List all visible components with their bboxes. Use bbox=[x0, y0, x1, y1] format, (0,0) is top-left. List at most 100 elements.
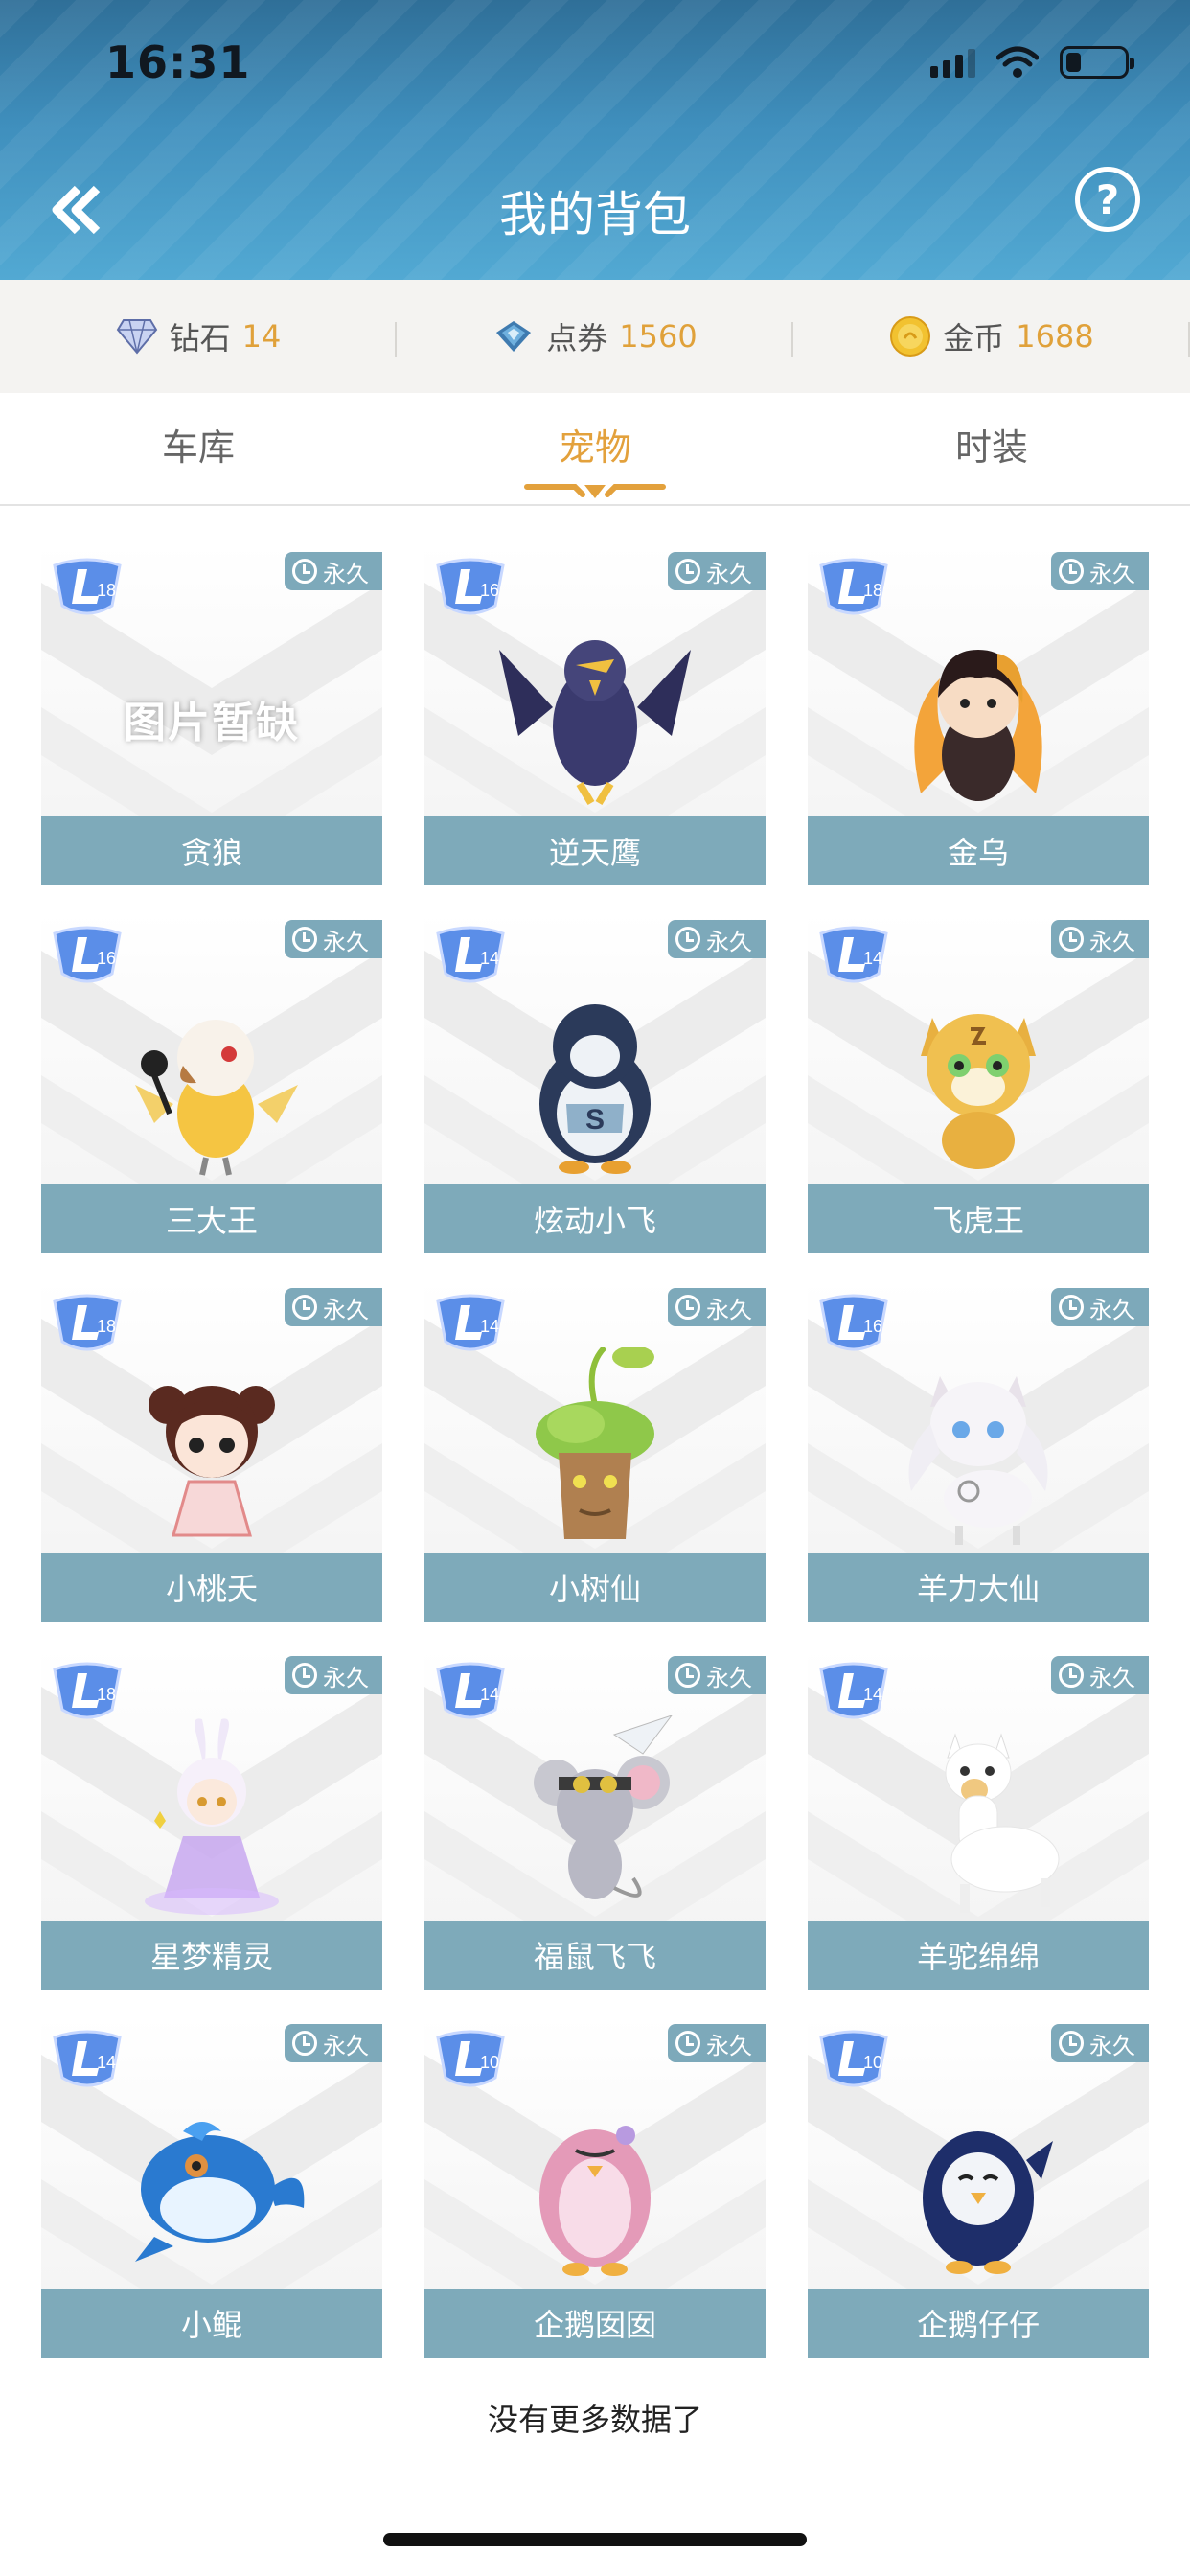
pet-card[interactable]: 10 永久企鹅囡囡 bbox=[424, 2016, 766, 2358]
level-number: 14 bbox=[97, 2053, 116, 2072]
pet-name: 企鹅囡囡 bbox=[424, 2288, 766, 2358]
duration-label: 永久 bbox=[323, 560, 369, 587]
duration-label: 永久 bbox=[1089, 1664, 1135, 1691]
tab-pets[interactable]: 宠物 bbox=[397, 393, 793, 504]
level-badge-icon: 14 bbox=[819, 926, 888, 983]
wifi-icon bbox=[996, 46, 1039, 78]
duration-label: 永久 bbox=[706, 560, 752, 587]
pet-card[interactable]: 10 永久企鹅仔仔 bbox=[808, 2016, 1149, 2358]
pet-name: 羊力大仙 bbox=[808, 1552, 1149, 1622]
duration-label: 永久 bbox=[323, 1664, 369, 1691]
duration-label: 永久 bbox=[706, 1296, 752, 1323]
level-badge-icon: 16 bbox=[819, 1294, 888, 1351]
duration-tag: 永久 bbox=[668, 1656, 766, 1694]
pet-name: 小鲲 bbox=[41, 2288, 382, 2358]
level-number: 10 bbox=[480, 2053, 499, 2072]
clock-icon bbox=[1059, 559, 1084, 584]
pet-card[interactable]: 16 永久 三大王 bbox=[41, 912, 382, 1254]
pet-card[interactable]: 14 永久 福鼠飞飞 bbox=[424, 1648, 766, 1990]
pet-card[interactable]: 18 永久 星梦精灵 bbox=[41, 1648, 382, 1990]
pet-name: 羊驼绵绵 bbox=[808, 1920, 1149, 1990]
level-number: 18 bbox=[97, 1317, 116, 1336]
clock-icon bbox=[292, 559, 317, 584]
pet-image: S bbox=[539, 1004, 651, 1174]
clock-icon bbox=[1059, 927, 1084, 952]
currency-diamond: 钻石 14 bbox=[0, 314, 397, 358]
level-number: 18 bbox=[97, 1685, 116, 1704]
pet-name: 炫动小飞 bbox=[424, 1184, 766, 1254]
pet-card[interactable]: 14 永久 飞虎王 bbox=[808, 912, 1149, 1254]
pet-card[interactable]: 18 永久 金乌 bbox=[808, 544, 1149, 886]
pet-card[interactable]: 16 永久 逆天鹰 bbox=[424, 544, 766, 886]
currency-value: 14 bbox=[241, 318, 282, 355]
pet-name: 小桃夭 bbox=[41, 1552, 382, 1622]
duration-label: 永久 bbox=[1089, 2032, 1135, 2059]
battery-icon bbox=[1060, 46, 1134, 79]
clock-icon bbox=[675, 927, 700, 952]
clock-icon bbox=[1059, 1663, 1084, 1688]
duration-tag: 永久 bbox=[285, 1288, 382, 1326]
clock-icon bbox=[292, 2031, 317, 2056]
pet-card[interactable]: 14 永久 小鲲 bbox=[41, 2016, 382, 2358]
duration-tag: 永久 bbox=[1051, 1656, 1149, 1694]
level-badge-icon: 18 bbox=[53, 558, 122, 615]
clock-icon bbox=[675, 1663, 700, 1688]
duration-tag: 永久 bbox=[1051, 2024, 1149, 2062]
tab-fashion[interactable]: 时装 bbox=[793, 393, 1190, 504]
duration-label: 永久 bbox=[323, 1296, 369, 1323]
clock-icon bbox=[1059, 2031, 1084, 2056]
pet-name: 三大王 bbox=[41, 1184, 382, 1254]
duration-label: 永久 bbox=[706, 928, 752, 955]
duration-tag: 永久 bbox=[1051, 1288, 1149, 1326]
duration-label: 永久 bbox=[706, 2032, 752, 2059]
coupon-icon bbox=[492, 315, 535, 357]
duration-tag: 永久 bbox=[668, 920, 766, 958]
help-button[interactable]: ? bbox=[1075, 167, 1140, 232]
status-icons bbox=[930, 46, 1134, 79]
svg-text:S: S bbox=[585, 1104, 605, 1136]
level-number: 14 bbox=[863, 949, 882, 968]
pet-card[interactable]: 14 永久羊驼绵绵 bbox=[808, 1648, 1149, 1990]
clock-icon bbox=[292, 1295, 317, 1320]
pet-card[interactable]: 14 永久 S 炫动小飞 bbox=[424, 912, 766, 1254]
tab-garage[interactable]: 车库 bbox=[0, 393, 397, 504]
pet-card[interactable]: 18 永久 图片暂缺 贪狼 bbox=[41, 544, 382, 886]
pet-card[interactable]: 14 永久 小树仙 bbox=[424, 1280, 766, 1622]
pet-name: 贪狼 bbox=[41, 816, 382, 886]
level-badge-icon: 14 bbox=[436, 926, 505, 983]
duration-tag: 永久 bbox=[668, 1288, 766, 1326]
pet-image bbox=[149, 1386, 275, 1537]
duration-label: 永久 bbox=[706, 1664, 752, 1691]
duration-label: 永久 bbox=[1089, 560, 1135, 587]
duration-tag: 永久 bbox=[285, 552, 382, 590]
level-badge-icon: 14 bbox=[819, 1662, 888, 1719]
level-number: 10 bbox=[863, 2053, 882, 2072]
status-time: 16:31 bbox=[105, 36, 251, 88]
header: 16:31 我的背包 ? bbox=[0, 0, 1190, 280]
clock-icon bbox=[1059, 1295, 1084, 1320]
pet-grid: 18 永久 图片暂缺 贪狼 16 永久 逆天鹰 18 永久 金乌 16 永久 三大王 14 永久 S 炫动小飞 1… bbox=[41, 544, 1149, 2358]
clock-icon bbox=[292, 927, 317, 952]
pet-card[interactable]: 16 永久羊力大仙 bbox=[808, 1280, 1149, 1622]
no-more-data-text: 没有更多数据了 bbox=[487, 2402, 702, 2438]
pet-card[interactable]: 18 永久小桃夭 bbox=[41, 1280, 382, 1622]
pet-image bbox=[923, 2131, 1053, 2274]
level-badge-icon: 14 bbox=[436, 1294, 505, 1351]
level-number: 16 bbox=[480, 581, 499, 600]
home-indicator bbox=[383, 2533, 807, 2546]
level-badge-icon: 18 bbox=[53, 1662, 122, 1719]
page-title: 我的背包 bbox=[499, 187, 691, 242]
level-badge-icon: 16 bbox=[436, 558, 505, 615]
clock-icon bbox=[675, 559, 700, 584]
duration-tag: 永久 bbox=[1051, 552, 1149, 590]
duration-label: 永久 bbox=[1089, 928, 1135, 955]
level-number: 14 bbox=[480, 949, 499, 968]
duration-tag: 永久 bbox=[1051, 920, 1149, 958]
duration-label: 永久 bbox=[1089, 1296, 1135, 1323]
duration-tag: 永久 bbox=[285, 1656, 382, 1694]
duration-tag: 永久 bbox=[285, 920, 382, 958]
pet-image bbox=[145, 1718, 279, 1915]
level-number: 18 bbox=[863, 581, 882, 600]
pet-name: 企鹅仔仔 bbox=[808, 2288, 1149, 2358]
clock-icon bbox=[675, 2031, 700, 2056]
